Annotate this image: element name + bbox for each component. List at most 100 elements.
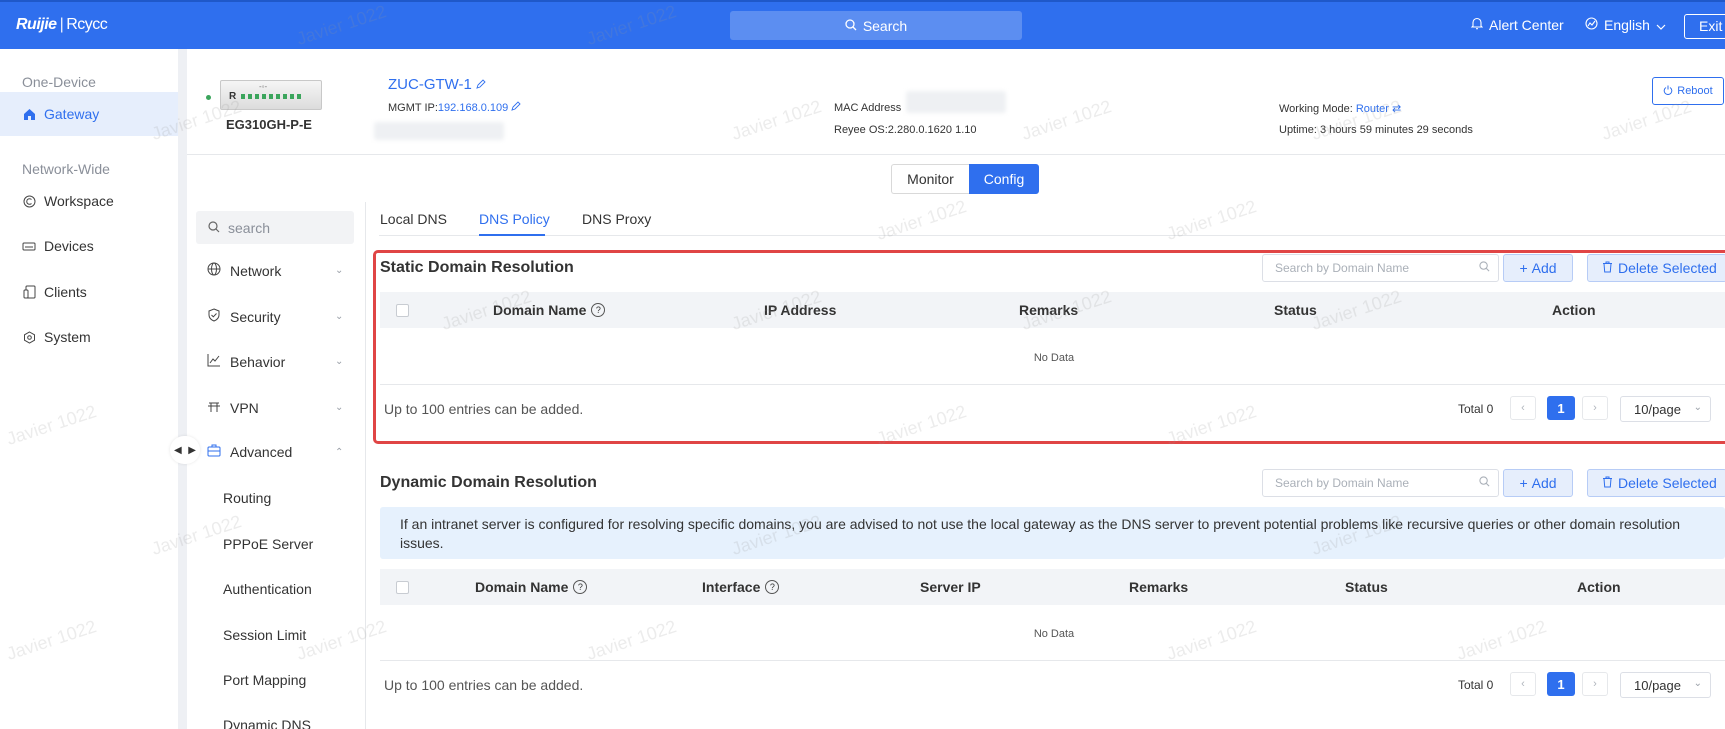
help-icon[interactable]: ? [573, 580, 588, 594]
static-page-1[interactable]: 1 [1547, 396, 1575, 420]
dynamic-page-1[interactable]: 1 [1547, 672, 1575, 696]
menu-item-advanced[interactable]: Advanced ⌃ [207, 444, 347, 460]
dynamic-limit-note: Up to 100 entries can be added. [384, 677, 584, 693]
menu-sub-dynamic-dns[interactable]: Dynamic DNS [223, 717, 311, 729]
menu-sub-session-limit[interactable]: Session Limit [223, 627, 306, 643]
system-icon [22, 330, 36, 344]
search-label: Search [862, 17, 908, 34]
static-limit-note: Up to 100 entries can be added. [384, 401, 584, 417]
static-add-button[interactable]: + Add [1503, 254, 1573, 282]
dynamic-section-title: Dynamic Domain Resolution [380, 474, 597, 491]
chevron-down-icon: ⌄ [1693, 678, 1702, 689]
globe-icon [207, 262, 221, 279]
dynamic-col-domain-name: Domain Name ? [475, 579, 588, 595]
config-button[interactable]: Config [969, 164, 1039, 194]
home-icon [22, 107, 36, 121]
dynamic-page-size-select[interactable]: 10/page ⌄ [1620, 672, 1711, 698]
chevron-down-icon: ⌄ [335, 402, 344, 413]
menu-item-behavior[interactable]: Behavior ⌄ [207, 353, 347, 370]
sidebar-group-network-wide: Network-Wide [22, 161, 110, 177]
dynamic-search-input[interactable]: Search by Domain Name [1262, 469, 1499, 497]
workspace-icon [22, 194, 36, 208]
edit-icon[interactable] [511, 101, 521, 114]
menu-item-vpn[interactable]: VPN ⌄ [207, 399, 347, 416]
tab-dns-proxy[interactable]: DNS Proxy [582, 211, 651, 227]
chevron-down-icon: ⌄ [335, 356, 344, 367]
redacted-mac [906, 91, 1006, 113]
sidebar-item-clients[interactable]: Clients [0, 270, 178, 314]
sidebar-item-workspace[interactable]: Workspace [0, 179, 178, 223]
working-mode-value[interactable]: Router [1356, 103, 1389, 115]
alert-center-link[interactable]: Alert Center [1470, 17, 1564, 33]
menu-sub-routing[interactable]: Routing [223, 490, 271, 506]
sidebar-item-system[interactable]: System [0, 315, 178, 359]
static-col-status: Status [1274, 302, 1317, 318]
sidebar-group-one-device: One-Device [22, 74, 96, 90]
reboot-button[interactable]: Reboot [1652, 77, 1724, 105]
static-page-size-select[interactable]: 10/page ⌄ [1620, 396, 1711, 422]
dynamic-total: Total 0 [1458, 678, 1494, 692]
dynamic-add-button[interactable]: + Add [1503, 469, 1573, 497]
device-name[interactable]: ZUC-GTW-1 [388, 76, 486, 93]
dynamic-col-status: Status [1345, 579, 1388, 595]
global-search-box[interactable]: Search [730, 11, 1022, 40]
trash-icon [1602, 475, 1613, 491]
dynamic-no-data: No Data [1033, 628, 1075, 640]
globe-icon [1585, 17, 1598, 33]
sidebar-item-devices[interactable]: Devices [0, 224, 178, 268]
dynamic-next-page-button[interactable]: › [1582, 672, 1608, 696]
exit-button[interactable]: Exit [1684, 14, 1725, 39]
tabs-baseline [379, 235, 1725, 236]
chevron-down-icon [1656, 17, 1666, 33]
dynamic-prev-page-button[interactable]: ‹ [1510, 672, 1536, 696]
mode-switch: Monitor Config [891, 164, 1039, 194]
static-search-input[interactable]: Search by Domain Name [1262, 254, 1499, 282]
static-no-data: No Data [1033, 352, 1075, 364]
power-icon [1663, 85, 1673, 98]
static-section-title: Static Domain Resolution [380, 259, 574, 276]
help-icon[interactable]: ? [591, 303, 606, 317]
menu-sub-authentication[interactable]: Authentication [223, 581, 312, 597]
menu-search-input[interactable]: search [196, 211, 354, 244]
online-status-dot [206, 95, 211, 100]
menu-item-network[interactable]: Network ⌄ [207, 262, 347, 279]
help-icon[interactable]: ? [765, 580, 780, 594]
devices-icon [22, 239, 36, 253]
static-col-remarks: Remarks [1019, 302, 1079, 318]
collapse-handle[interactable]: ◀ ▶ [170, 436, 200, 464]
active-tab-indicator [479, 234, 545, 236]
brand-logo[interactable]: Ruijie | Rcycc [16, 16, 108, 34]
search-icon [1479, 476, 1490, 490]
menu-divider [365, 202, 366, 729]
working-mode: Working Mode: Router ⇄ [1279, 103, 1402, 115]
static-row-divider [380, 384, 1725, 385]
switch-icon[interactable]: ⇄ [1392, 103, 1401, 115]
dynamic-col-action: Action [1577, 579, 1621, 595]
menu-sub-port-mapping[interactable]: Port Mapping [223, 672, 306, 688]
bell-icon [1470, 17, 1484, 33]
chevron-down-icon: ⌄ [335, 265, 344, 276]
tab-local-dns[interactable]: Local DNS [380, 211, 447, 227]
arrow-left-icon: ◀ [174, 444, 182, 456]
static-col-domain-name: Domain Name ? [493, 302, 606, 318]
top-bar: Ruijie | Rcycc Search Alert Center English… [0, 0, 1725, 49]
tab-dns-policy[interactable]: DNS Policy [479, 211, 550, 227]
static-prev-page-button[interactable]: ‹ [1510, 396, 1536, 420]
menu-sub-pppoe-server[interactable]: PPPoE Server [223, 536, 313, 552]
search-icon [845, 18, 857, 34]
monitor-button[interactable]: Monitor [891, 164, 969, 194]
menu-item-security[interactable]: Security ⌄ [207, 308, 347, 325]
sidebar-item-gateway[interactable]: Gateway [0, 92, 178, 136]
arrow-right-icon: ▶ [188, 444, 196, 456]
static-select-all-checkbox[interactable] [396, 304, 409, 317]
static-delete-selected-button[interactable]: Delete Selected [1587, 254, 1725, 282]
language-selector[interactable]: English [1585, 17, 1666, 33]
dynamic-info-banner: If an intranet server is configured for … [380, 507, 1725, 559]
mac-address-label: MAC Address [834, 102, 902, 114]
shield-icon [207, 308, 221, 325]
edit-icon[interactable] [476, 76, 486, 93]
dynamic-delete-selected-button[interactable]: Delete Selected [1587, 469, 1725, 497]
static-next-page-button[interactable]: › [1582, 396, 1608, 420]
dynamic-select-all-checkbox[interactable] [396, 581, 409, 594]
search-icon [1479, 261, 1490, 275]
